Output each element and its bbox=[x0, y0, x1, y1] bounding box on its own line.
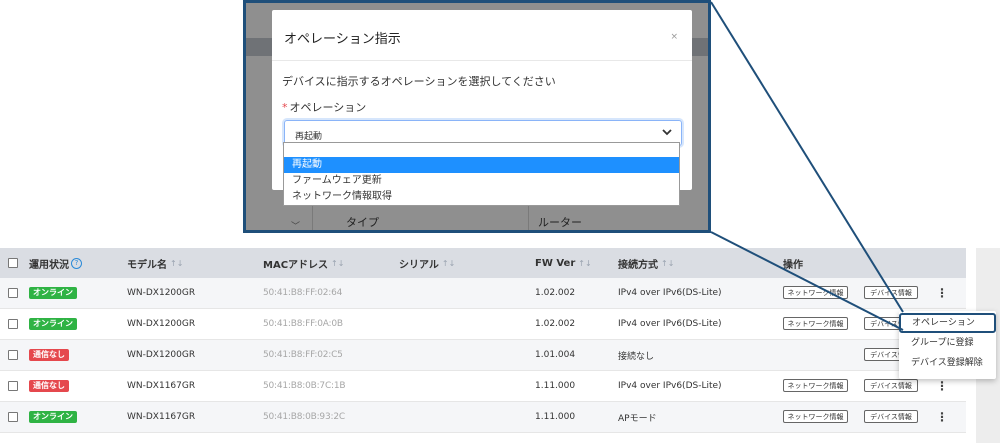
row-context-menu: オペレーション グループに登録 デバイス登録解除 bbox=[899, 311, 996, 379]
cell-mac: 50:41:B8:FF:02:C5 bbox=[263, 350, 343, 360]
row-checkbox[interactable] bbox=[8, 350, 18, 360]
sort-icon: ↑↓ bbox=[661, 258, 675, 268]
cell-fw: 1.11.000 bbox=[535, 381, 576, 391]
menu-item-operation[interactable]: オペレーション bbox=[899, 313, 996, 333]
select-all-checkbox[interactable] bbox=[8, 258, 18, 268]
header-status[interactable]: 運用状況 ? bbox=[29, 248, 82, 278]
header-fw[interactable]: FW Ver ↑↓ bbox=[535, 248, 592, 278]
cell-fw: 1.11.000 bbox=[535, 412, 576, 422]
kebab-menu-icon[interactable]: ⋮ bbox=[936, 410, 948, 424]
device-info-button[interactable]: デバイス情報 bbox=[864, 410, 918, 423]
cell-mac: 50:41:B8:0B:7C:1B bbox=[263, 381, 346, 391]
cell-mac: 50:41:B8:FF:0A:0B bbox=[263, 319, 343, 329]
cell-model: WN-DX1200GR bbox=[127, 319, 196, 329]
dropdown-option-network-info[interactable]: ネットワーク情報取得 bbox=[284, 189, 679, 205]
background-column-router: ルーター bbox=[538, 216, 582, 229]
table-row: 通信なし WN-DX1167GR 50:41:B8:0B:7C:1B 1.11.000… bbox=[0, 371, 966, 402]
menu-item-unregister-device[interactable]: デバイス登録解除 bbox=[899, 355, 996, 372]
dropdown-option-firmware-update[interactable]: ファームウェア更新 bbox=[284, 173, 679, 189]
table-header: 運用状況 ? モデル名 ↑↓ MACアドレス ↑↓ シリアル ↑↓ FW Ver… bbox=[0, 248, 966, 278]
dropdown-option-reboot[interactable]: 再起動 bbox=[284, 157, 679, 173]
cell-model: WN-DX1200GR bbox=[127, 350, 196, 360]
chevron-down-icon: ﹀ bbox=[291, 222, 301, 232]
header-connection[interactable]: 接続方式 ↑↓ bbox=[618, 248, 674, 278]
network-info-button[interactable]: ネットワーク情報 bbox=[783, 317, 848, 330]
cell-connection: APモード bbox=[618, 413, 657, 424]
network-info-button[interactable]: ネットワーク情報 bbox=[783, 379, 848, 392]
help-icon[interactable]: ? bbox=[71, 257, 82, 269]
cell-fw: 1.02.002 bbox=[535, 319, 576, 329]
sort-icon: ↑↓ bbox=[331, 258, 345, 268]
device-table: 運用状況 ? モデル名 ↑↓ MACアドレス ↑↓ シリアル ↑↓ FW Ver… bbox=[0, 248, 966, 433]
cell-mac: 50:41:B8:FF:02:64 bbox=[263, 288, 343, 298]
table-row: オンライン WN-DX1167GR 50:41:B8:0B:93:2C 1.11.00… bbox=[0, 402, 966, 433]
close-icon[interactable]: × bbox=[670, 32, 678, 42]
chevron-down-icon bbox=[662, 129, 672, 136]
operation-select-value: 再起動 bbox=[295, 132, 323, 142]
status-badge: オンライン bbox=[29, 411, 77, 423]
row-checkbox[interactable] bbox=[8, 319, 18, 329]
header-operation: 操作 bbox=[783, 259, 803, 271]
cell-mac: 50:41:B8:0B:93:2C bbox=[263, 412, 345, 422]
modal-header: オペレーション指示 × bbox=[272, 10, 692, 61]
operation-dropdown: 再起動 ファームウェア更新 ネットワーク情報取得 bbox=[283, 142, 680, 206]
status-badge: 通信なし bbox=[29, 349, 69, 361]
sort-icon: ↑↓ bbox=[441, 258, 456, 268]
cell-model: WN-DX1167GR bbox=[127, 412, 196, 422]
status-badge: オンライン bbox=[29, 287, 77, 299]
cell-model: WN-DX1200GR bbox=[127, 288, 196, 298]
status-badge: 通信なし bbox=[29, 380, 69, 392]
table-row: 通信なし WN-DX1200GR 50:41:B8:FF:02:C5 1.01.004… bbox=[0, 340, 966, 371]
network-info-button[interactable]: ネットワーク情報 bbox=[783, 410, 848, 423]
table-row: オンライン WN-DX1200GR 50:41:B8:FF:0A:0B 1.02.00… bbox=[0, 309, 966, 340]
row-checkbox[interactable] bbox=[8, 412, 18, 422]
modal-title: オペレーション指示 bbox=[284, 32, 401, 47]
header-serial[interactable]: シリアル ↑↓ bbox=[399, 248, 455, 278]
device-info-button[interactable]: デバイス情報 bbox=[864, 286, 918, 299]
sort-icon: ↑↓ bbox=[578, 258, 592, 268]
cell-model: WN-DX1167GR bbox=[127, 381, 196, 391]
sort-icon: ↑↓ bbox=[170, 258, 184, 268]
header-mac[interactable]: MACアドレス ↑↓ bbox=[263, 248, 344, 278]
cell-fw: 1.01.004 bbox=[535, 350, 576, 360]
kebab-menu-icon[interactable]: ⋮ bbox=[936, 286, 948, 300]
header-model[interactable]: モデル名 ↑↓ bbox=[127, 248, 183, 278]
row-checkbox[interactable] bbox=[8, 381, 18, 391]
kebab-menu-icon[interactable]: ⋮ bbox=[936, 379, 948, 393]
cell-connection: IPv4 over IPv6(DS-Lite) bbox=[618, 288, 722, 298]
cell-connection: 接続なし bbox=[618, 351, 655, 362]
table-row: オンライン WN-DX1200GR 50:41:B8:FF:02:64 1.02.00… bbox=[0, 278, 966, 309]
cell-connection: IPv4 over IPv6(DS-Lite) bbox=[618, 319, 722, 329]
row-checkbox[interactable] bbox=[8, 288, 18, 298]
modal-description: デバイスに指示するオペレーションを選択してください bbox=[282, 75, 556, 88]
required-mark: * bbox=[282, 101, 288, 114]
menu-item-register-group[interactable]: グループに登録 bbox=[899, 335, 996, 352]
network-info-button[interactable]: ネットワーク情報 bbox=[783, 286, 848, 299]
cell-fw: 1.02.002 bbox=[535, 288, 576, 298]
cell-connection: IPv4 over IPv6(DS-Lite) bbox=[618, 381, 722, 391]
zoom-callout: オペレーション指示 × デバイスに指示するオペレーションを選択してください * オ… bbox=[243, 0, 711, 233]
device-info-button[interactable]: デバイス情報 bbox=[864, 379, 918, 392]
operation-field-label: * オペレーション bbox=[282, 101, 367, 114]
background-column-type: タイプ bbox=[346, 216, 379, 229]
status-badge: オンライン bbox=[29, 318, 77, 330]
